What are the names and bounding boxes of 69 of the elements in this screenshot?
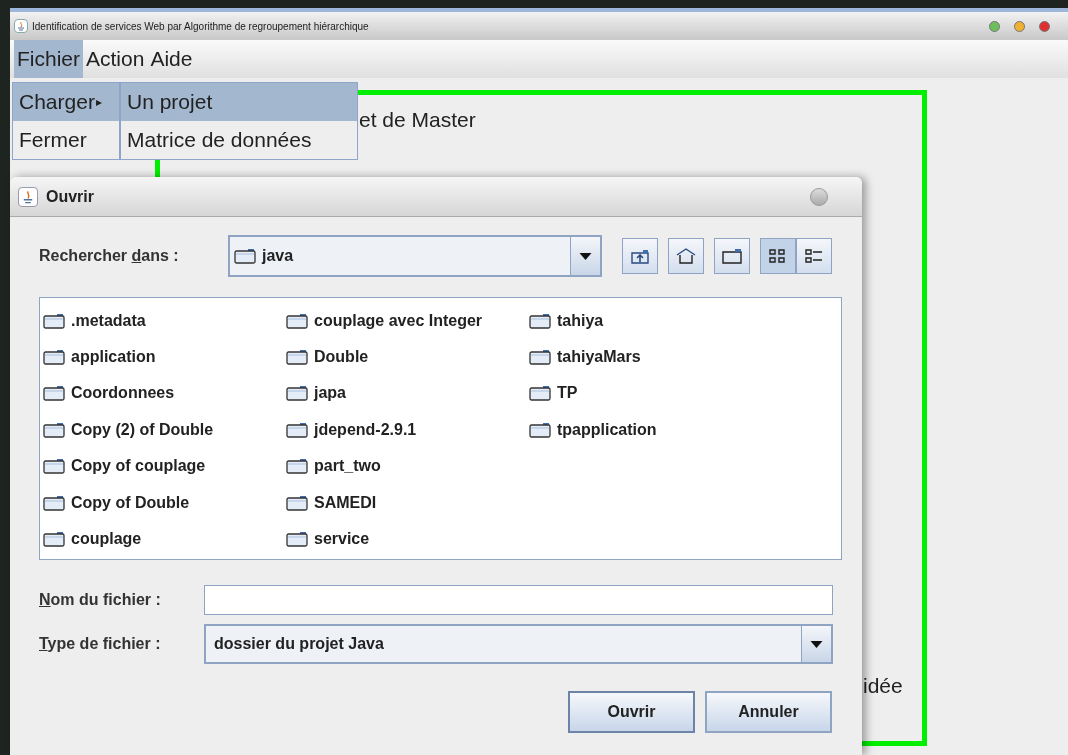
folder-item[interactable]: tpapplication — [529, 413, 772, 447]
java-icon — [14, 19, 28, 33]
folder-icon — [43, 312, 65, 329]
menu-entry[interactable]: Un projet — [121, 83, 357, 121]
folder-icon — [43, 421, 65, 438]
folder-icon — [43, 494, 65, 511]
folder-item[interactable]: Double — [286, 340, 529, 374]
field-label: Rechercher dans : — [39, 246, 180, 266]
folder-icon — [529, 312, 551, 329]
file-name-field[interactable] — [204, 585, 833, 615]
folder-item[interactable]: .metadata — [43, 304, 286, 337]
body-text: idée — [863, 673, 903, 699]
menu-item[interactable]: Action — [83, 40, 148, 78]
folder-icon — [234, 248, 256, 264]
folder-item[interactable]: SAMEDI — [286, 486, 529, 520]
window-title: Identification de services Web par Algorithme de regroupement hiérarchique — [32, 19, 369, 34]
folder-icon[interactable] — [714, 238, 750, 274]
open-button[interactable]: Ouvrir — [568, 691, 695, 733]
folder-item[interactable]: service — [286, 522, 529, 556]
dropdown-value: java — [262, 246, 294, 266]
field-label: Type de fichier : — [39, 634, 162, 654]
minimize-button[interactable] — [1014, 20, 1025, 32]
folder-item[interactable]: part_two — [286, 449, 529, 483]
submenu-arrow-icon: ▸ — [95, 93, 102, 111]
folder-icon — [286, 348, 308, 365]
menu-item[interactable]: Fichier — [14, 40, 83, 78]
menu-entry[interactable]: Charger▸ — [13, 83, 119, 121]
folder-dropdown[interactable]: java — [228, 235, 602, 277]
folder-icon — [286, 458, 308, 475]
folder-icon — [529, 348, 551, 365]
folder-icon — [286, 494, 308, 511]
folder-item[interactable]: Copy of couplage — [43, 449, 286, 483]
list-view-icon[interactable] — [760, 238, 796, 274]
home-icon[interactable] — [668, 238, 704, 274]
close-button[interactable] — [1039, 20, 1050, 32]
folder-item[interactable]: Copy of Double — [43, 486, 286, 520]
heading-text: et de Master — [359, 107, 476, 133]
folder-up-icon[interactable] — [622, 238, 658, 274]
cancel-button[interactable]: Annuler — [705, 691, 832, 733]
file-type-dropdown[interactable]: dossier du projet Java — [204, 624, 833, 664]
folder-icon — [43, 385, 65, 402]
folder-item[interactable]: TP — [529, 376, 772, 410]
java-icon — [18, 186, 38, 207]
folder-icon — [529, 421, 551, 438]
folder-item[interactable]: Copy (2) of Double — [43, 413, 286, 447]
dialog-title: Ouvrir — [46, 186, 94, 207]
details-view-icon[interactable] — [796, 238, 832, 274]
menu-entry[interactable]: Fermer — [13, 121, 119, 159]
menu-item[interactable]: Aide — [147, 40, 196, 78]
folder-icon — [529, 385, 551, 402]
zoom-button[interactable] — [989, 20, 1000, 32]
folder-item[interactable]: japa — [286, 376, 529, 410]
folder-item[interactable]: jdepend-2.9.1 — [286, 413, 529, 447]
folder-icon — [286, 421, 308, 438]
folder-icon — [286, 531, 308, 548]
folder-icon — [286, 385, 308, 402]
folder-icon — [43, 531, 65, 548]
folder-item[interactable]: couplage avec Integer — [286, 304, 529, 337]
folder-item[interactable]: Coordonnees — [43, 376, 286, 410]
folder-item[interactable]: tahiyaMars — [529, 340, 772, 374]
folder-icon — [43, 458, 65, 475]
folder-item[interactable]: couplage — [43, 522, 286, 556]
dropdown-value: dossier du projet Java — [213, 634, 385, 654]
folder-icon — [43, 348, 65, 365]
folder-icon — [286, 312, 308, 329]
folder-item[interactable]: application — [43, 340, 286, 374]
field-label: Nom du fichier : — [39, 590, 162, 610]
folder-item[interactable]: tahiya — [529, 304, 772, 337]
menu-entry[interactable]: Matrice de données — [121, 121, 357, 159]
